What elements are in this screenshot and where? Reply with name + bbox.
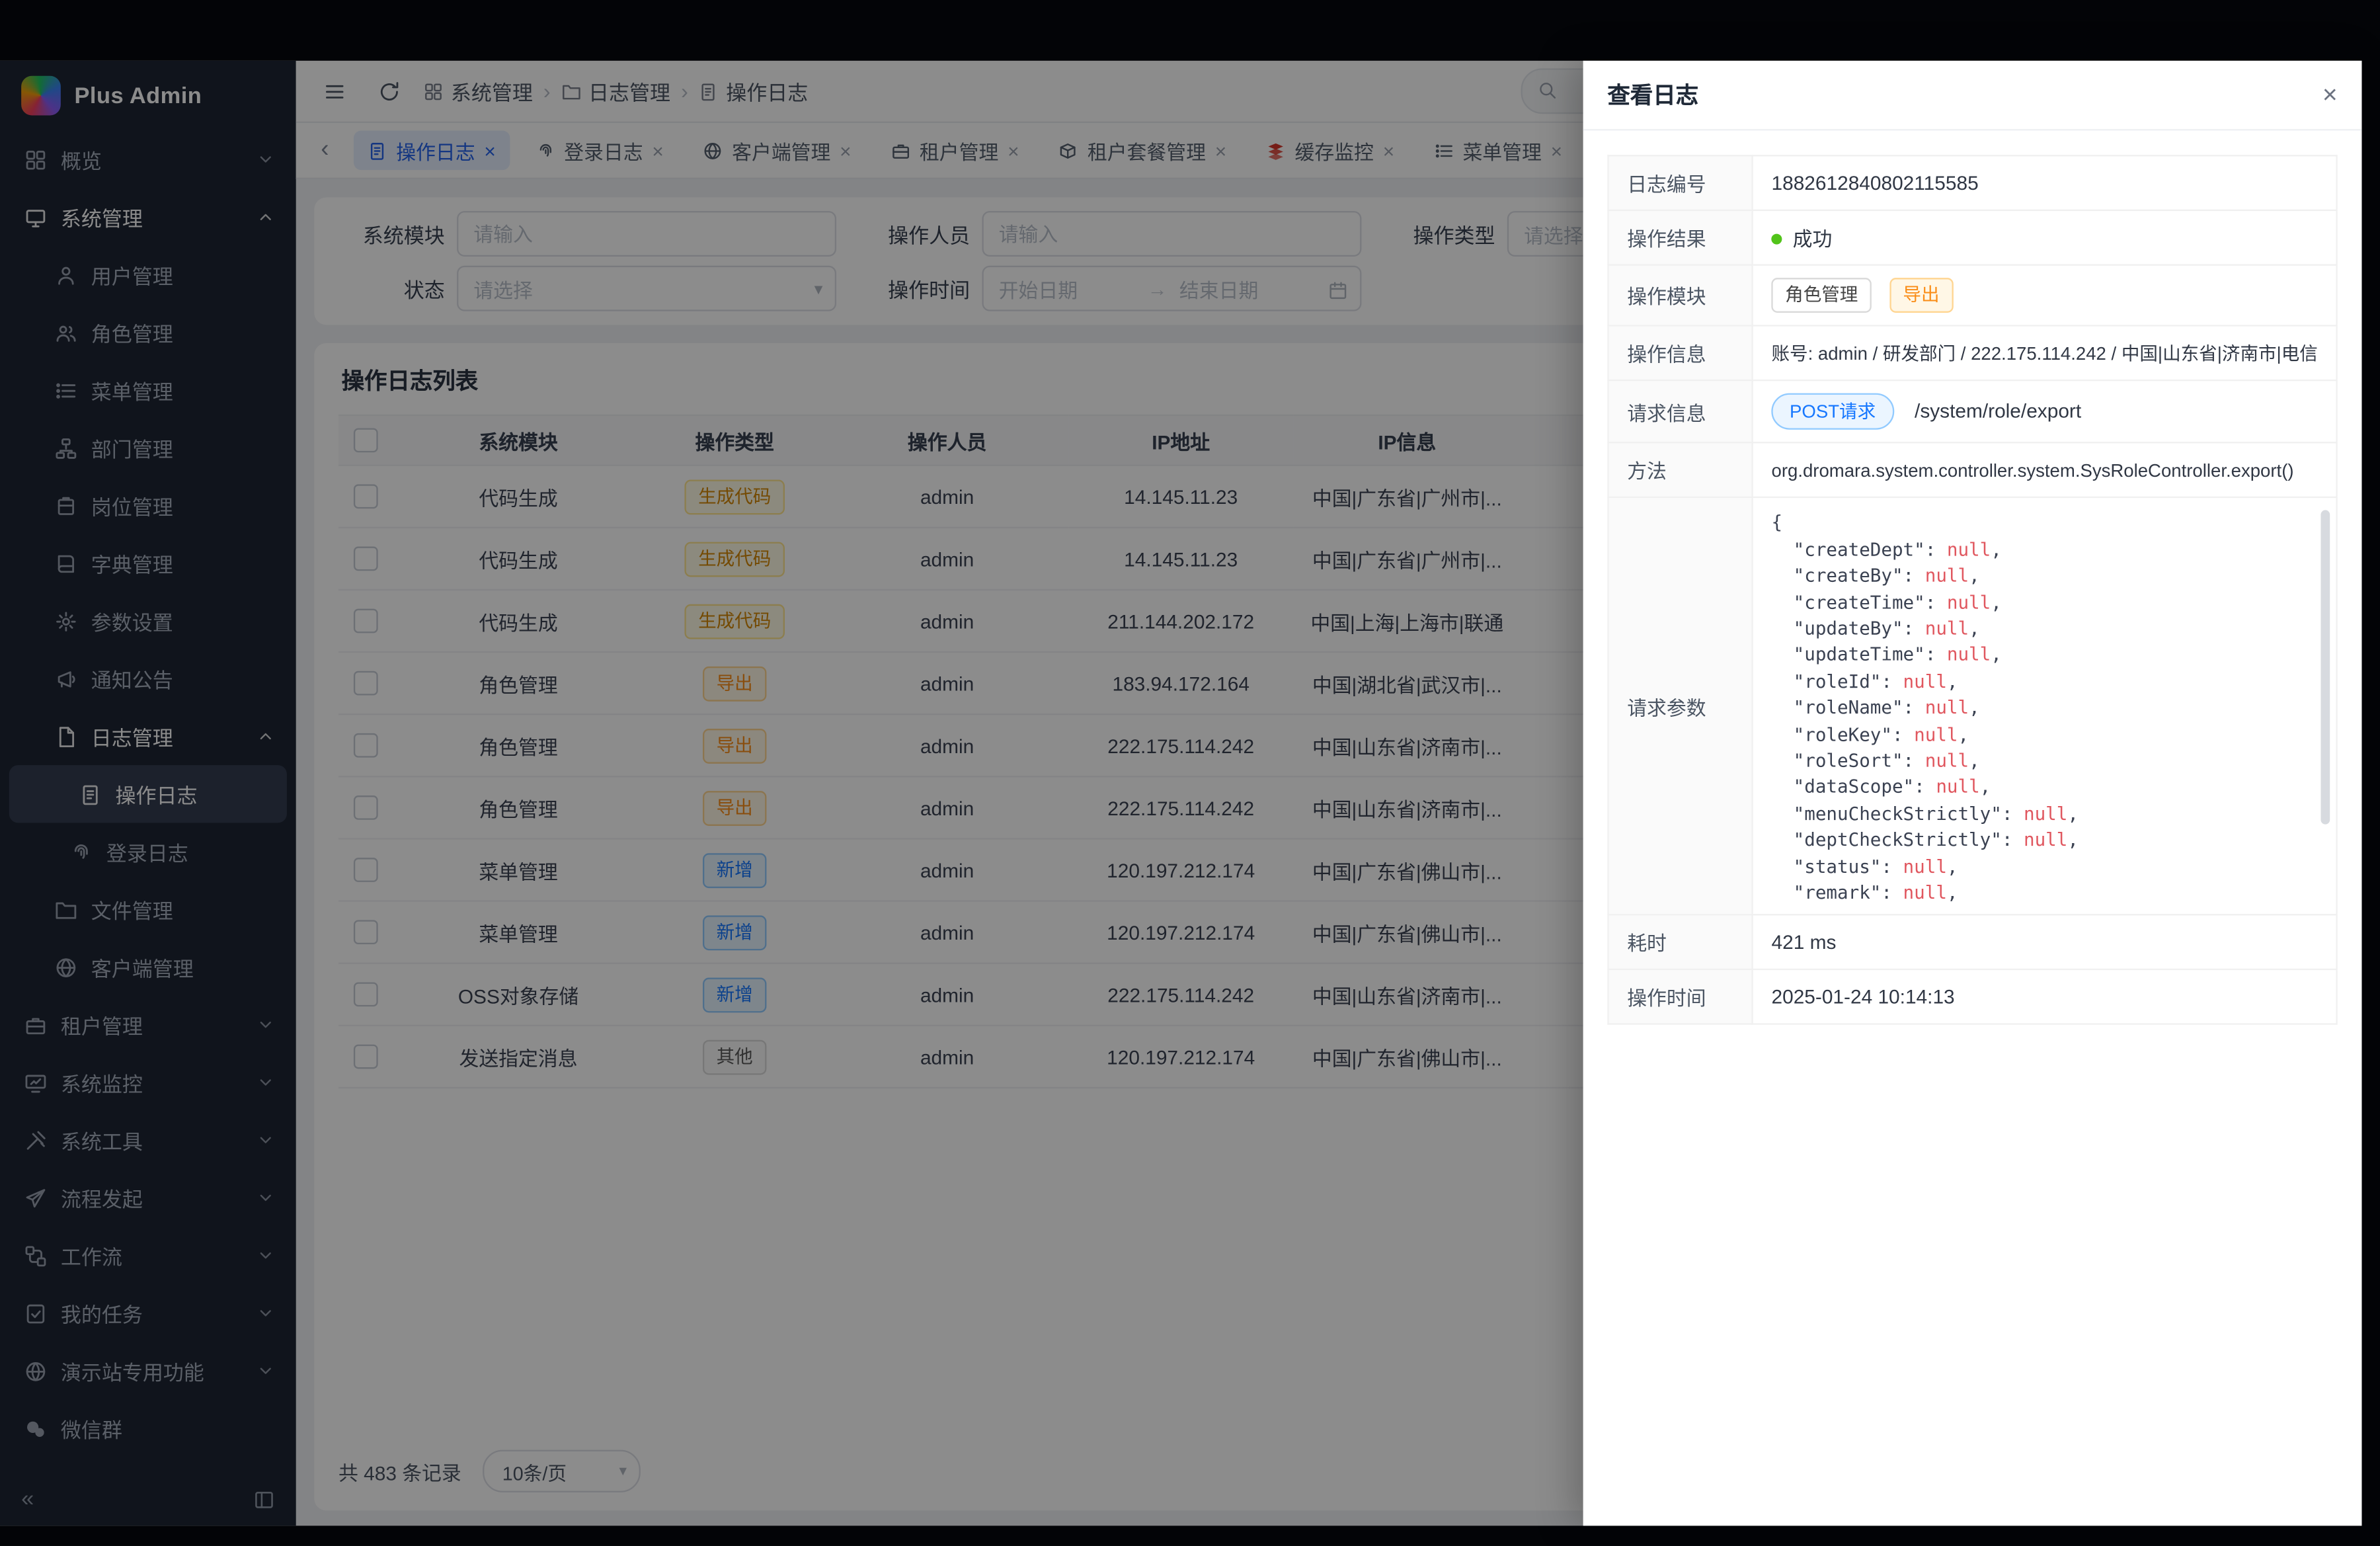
success-dot-icon	[1771, 234, 1782, 245]
detail-row-duration: 耗时 421 ms	[1608, 915, 2337, 970]
operation-info-value: 账号: admin / 研发部门 / 222.175.114.242 / 中国|…	[1753, 326, 2337, 381]
scrollbar-thumb[interactable]	[2320, 510, 2330, 824]
log-detail-table: 日志编号 1882612840802115585 操作结果 成功 操作模块 角色…	[1607, 155, 2337, 1025]
operation-time-value: 2025-01-24 10:14:13	[1753, 970, 2337, 1025]
drawer-header: 查看日志 ×	[1583, 61, 2362, 131]
view-log-drawer: 查看日志 × 日志编号 1882612840802115585 操作结果 成功 …	[1583, 61, 2362, 1526]
detail-row-result: 操作结果 成功	[1608, 210, 2337, 265]
result-value: 成功	[1793, 227, 1833, 250]
module-tag: 角色管理	[1771, 278, 1872, 313]
detail-row-module: 操作模块 角色管理 导出	[1608, 265, 2337, 326]
close-icon[interactable]: ×	[2322, 82, 2338, 108]
detail-row-info: 操作信息 账号: admin / 研发部门 / 222.175.114.242 …	[1608, 326, 2337, 381]
log-id-value: 1882612840802115585	[1753, 155, 2337, 210]
drawer-body: 日志编号 1882612840802115585 操作结果 成功 操作模块 角色…	[1583, 130, 2362, 1049]
method-value: org.dromara.system.controller.system.Sys…	[1753, 443, 2337, 498]
request-params-json[interactable]: { "createDept": null, "createBy": null, …	[1771, 510, 2311, 902]
screen: Plus Admin 概览系统管理用户管理角色管理菜单管理部门管理岗位管理字典管…	[0, 0, 2380, 1545]
duration-value: 421 ms	[1753, 915, 2337, 970]
detail-row-method: 方法 org.dromara.system.controller.system.…	[1608, 443, 2337, 498]
scrollbar[interactable]	[2320, 510, 2330, 902]
detail-row-params: 请求参数 { "createDept": null, "createBy": n…	[1608, 498, 2337, 915]
detail-row-log-id: 日志编号 1882612840802115585	[1608, 155, 2337, 210]
detail-row-time: 操作时间 2025-01-24 10:14:13	[1608, 970, 2337, 1025]
post-method-tag: POST请求	[1771, 393, 1893, 430]
drawer-title: 查看日志	[1607, 79, 1698, 110]
request-url: /system/role/export	[1915, 399, 2081, 421]
operation-type-tag: 导出	[1889, 278, 1953, 313]
detail-row-request: 请求信息 POST请求 /system/role/export	[1608, 381, 2337, 444]
